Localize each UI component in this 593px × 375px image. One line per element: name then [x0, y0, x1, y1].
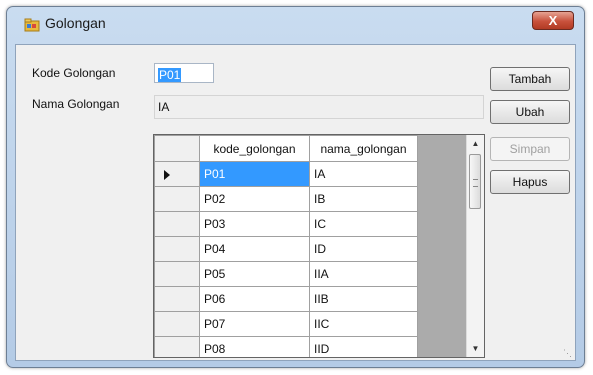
- cell-nama-golongan[interactable]: IB: [309, 186, 418, 212]
- table-row[interactable]: P03 IC: [154, 211, 418, 237]
- kode-golongan-label: Kode Golongan: [32, 66, 116, 80]
- window: Golongan X Kode Golongan P01 Nama Golong…: [6, 6, 585, 368]
- scrollbar-thumb[interactable]: [469, 154, 481, 209]
- hapus-button[interactable]: Hapus: [490, 170, 570, 194]
- scroll-down-arrow-icon[interactable]: ▼: [467, 340, 484, 357]
- column-header-kode-golongan[interactable]: kode_golongan: [199, 135, 310, 162]
- cell-kode-golongan[interactable]: P04: [199, 236, 310, 262]
- row-header[interactable]: [154, 211, 200, 237]
- cell-nama-golongan[interactable]: IC: [309, 211, 418, 237]
- cell-nama-golongan[interactable]: IIA: [309, 261, 418, 287]
- cell-kode-golongan[interactable]: P05: [199, 261, 310, 287]
- folder-icon: [24, 18, 40, 32]
- grid-table: kode_golongan nama_golongan P01 IA P02 I…: [154, 135, 418, 357]
- cell-nama-golongan[interactable]: IIB: [309, 286, 418, 312]
- grip-icon: [473, 179, 478, 187]
- row-header[interactable]: [154, 236, 200, 262]
- window-title: Golongan: [45, 15, 106, 31]
- cell-kode-golongan[interactable]: P01: [199, 161, 310, 187]
- cell-kode-golongan[interactable]: P03: [199, 211, 310, 237]
- grid-header-row: kode_golongan nama_golongan: [154, 135, 418, 162]
- grid-corner-header[interactable]: [154, 135, 200, 162]
- golongan-data-grid[interactable]: kode_golongan nama_golongan P01 IA P02 I…: [153, 134, 485, 358]
- scroll-up-arrow-icon[interactable]: ▲: [467, 135, 484, 152]
- tambah-button[interactable]: Tambah: [490, 67, 570, 91]
- table-row[interactable]: P02 IB: [154, 186, 418, 212]
- table-row[interactable]: P08 IID: [154, 336, 418, 357]
- cell-kode-golongan[interactable]: P02: [199, 186, 310, 212]
- ubah-button[interactable]: Ubah: [490, 100, 570, 124]
- cell-kode-golongan[interactable]: P08: [199, 336, 310, 357]
- nama-golongan-label: Nama Golongan: [32, 97, 120, 111]
- resize-grip-icon[interactable]: ⋱: [563, 348, 573, 358]
- form-body: Kode Golongan P01 Nama Golongan IA Tamba…: [15, 44, 576, 361]
- table-row[interactable]: P01 IA: [154, 161, 418, 187]
- row-header[interactable]: [154, 336, 200, 357]
- row-header[interactable]: [154, 186, 200, 212]
- table-row[interactable]: P06 IIB: [154, 286, 418, 312]
- row-header[interactable]: [154, 261, 200, 287]
- cell-nama-golongan[interactable]: IA: [309, 161, 418, 187]
- row-header[interactable]: [154, 161, 200, 187]
- column-header-nama-golongan[interactable]: nama_golongan: [309, 135, 418, 162]
- table-row[interactable]: P07 IIC: [154, 311, 418, 337]
- cell-nama-golongan[interactable]: IID: [309, 336, 418, 357]
- simpan-button[interactable]: Simpan: [490, 137, 570, 161]
- row-pointer-icon: [164, 169, 170, 180]
- cell-kode-golongan[interactable]: P06: [199, 286, 310, 312]
- cell-nama-golongan[interactable]: ID: [309, 236, 418, 262]
- cell-nama-golongan[interactable]: IIC: [309, 311, 418, 337]
- table-row[interactable]: P04 ID: [154, 236, 418, 262]
- title-bar[interactable]: Golongan X: [7, 7, 584, 39]
- grid-vertical-scrollbar[interactable]: ▲ ▼: [466, 135, 484, 357]
- close-button[interactable]: X: [532, 11, 574, 30]
- row-header[interactable]: [154, 311, 200, 337]
- cell-kode-golongan[interactable]: P07: [199, 311, 310, 337]
- table-row[interactable]: P05 IIA: [154, 261, 418, 287]
- kode-golongan-value: P01: [158, 68, 182, 82]
- row-header[interactable]: [154, 286, 200, 312]
- kode-golongan-input[interactable]: P01: [154, 63, 214, 83]
- nama-golongan-input[interactable]: IA: [154, 95, 484, 119]
